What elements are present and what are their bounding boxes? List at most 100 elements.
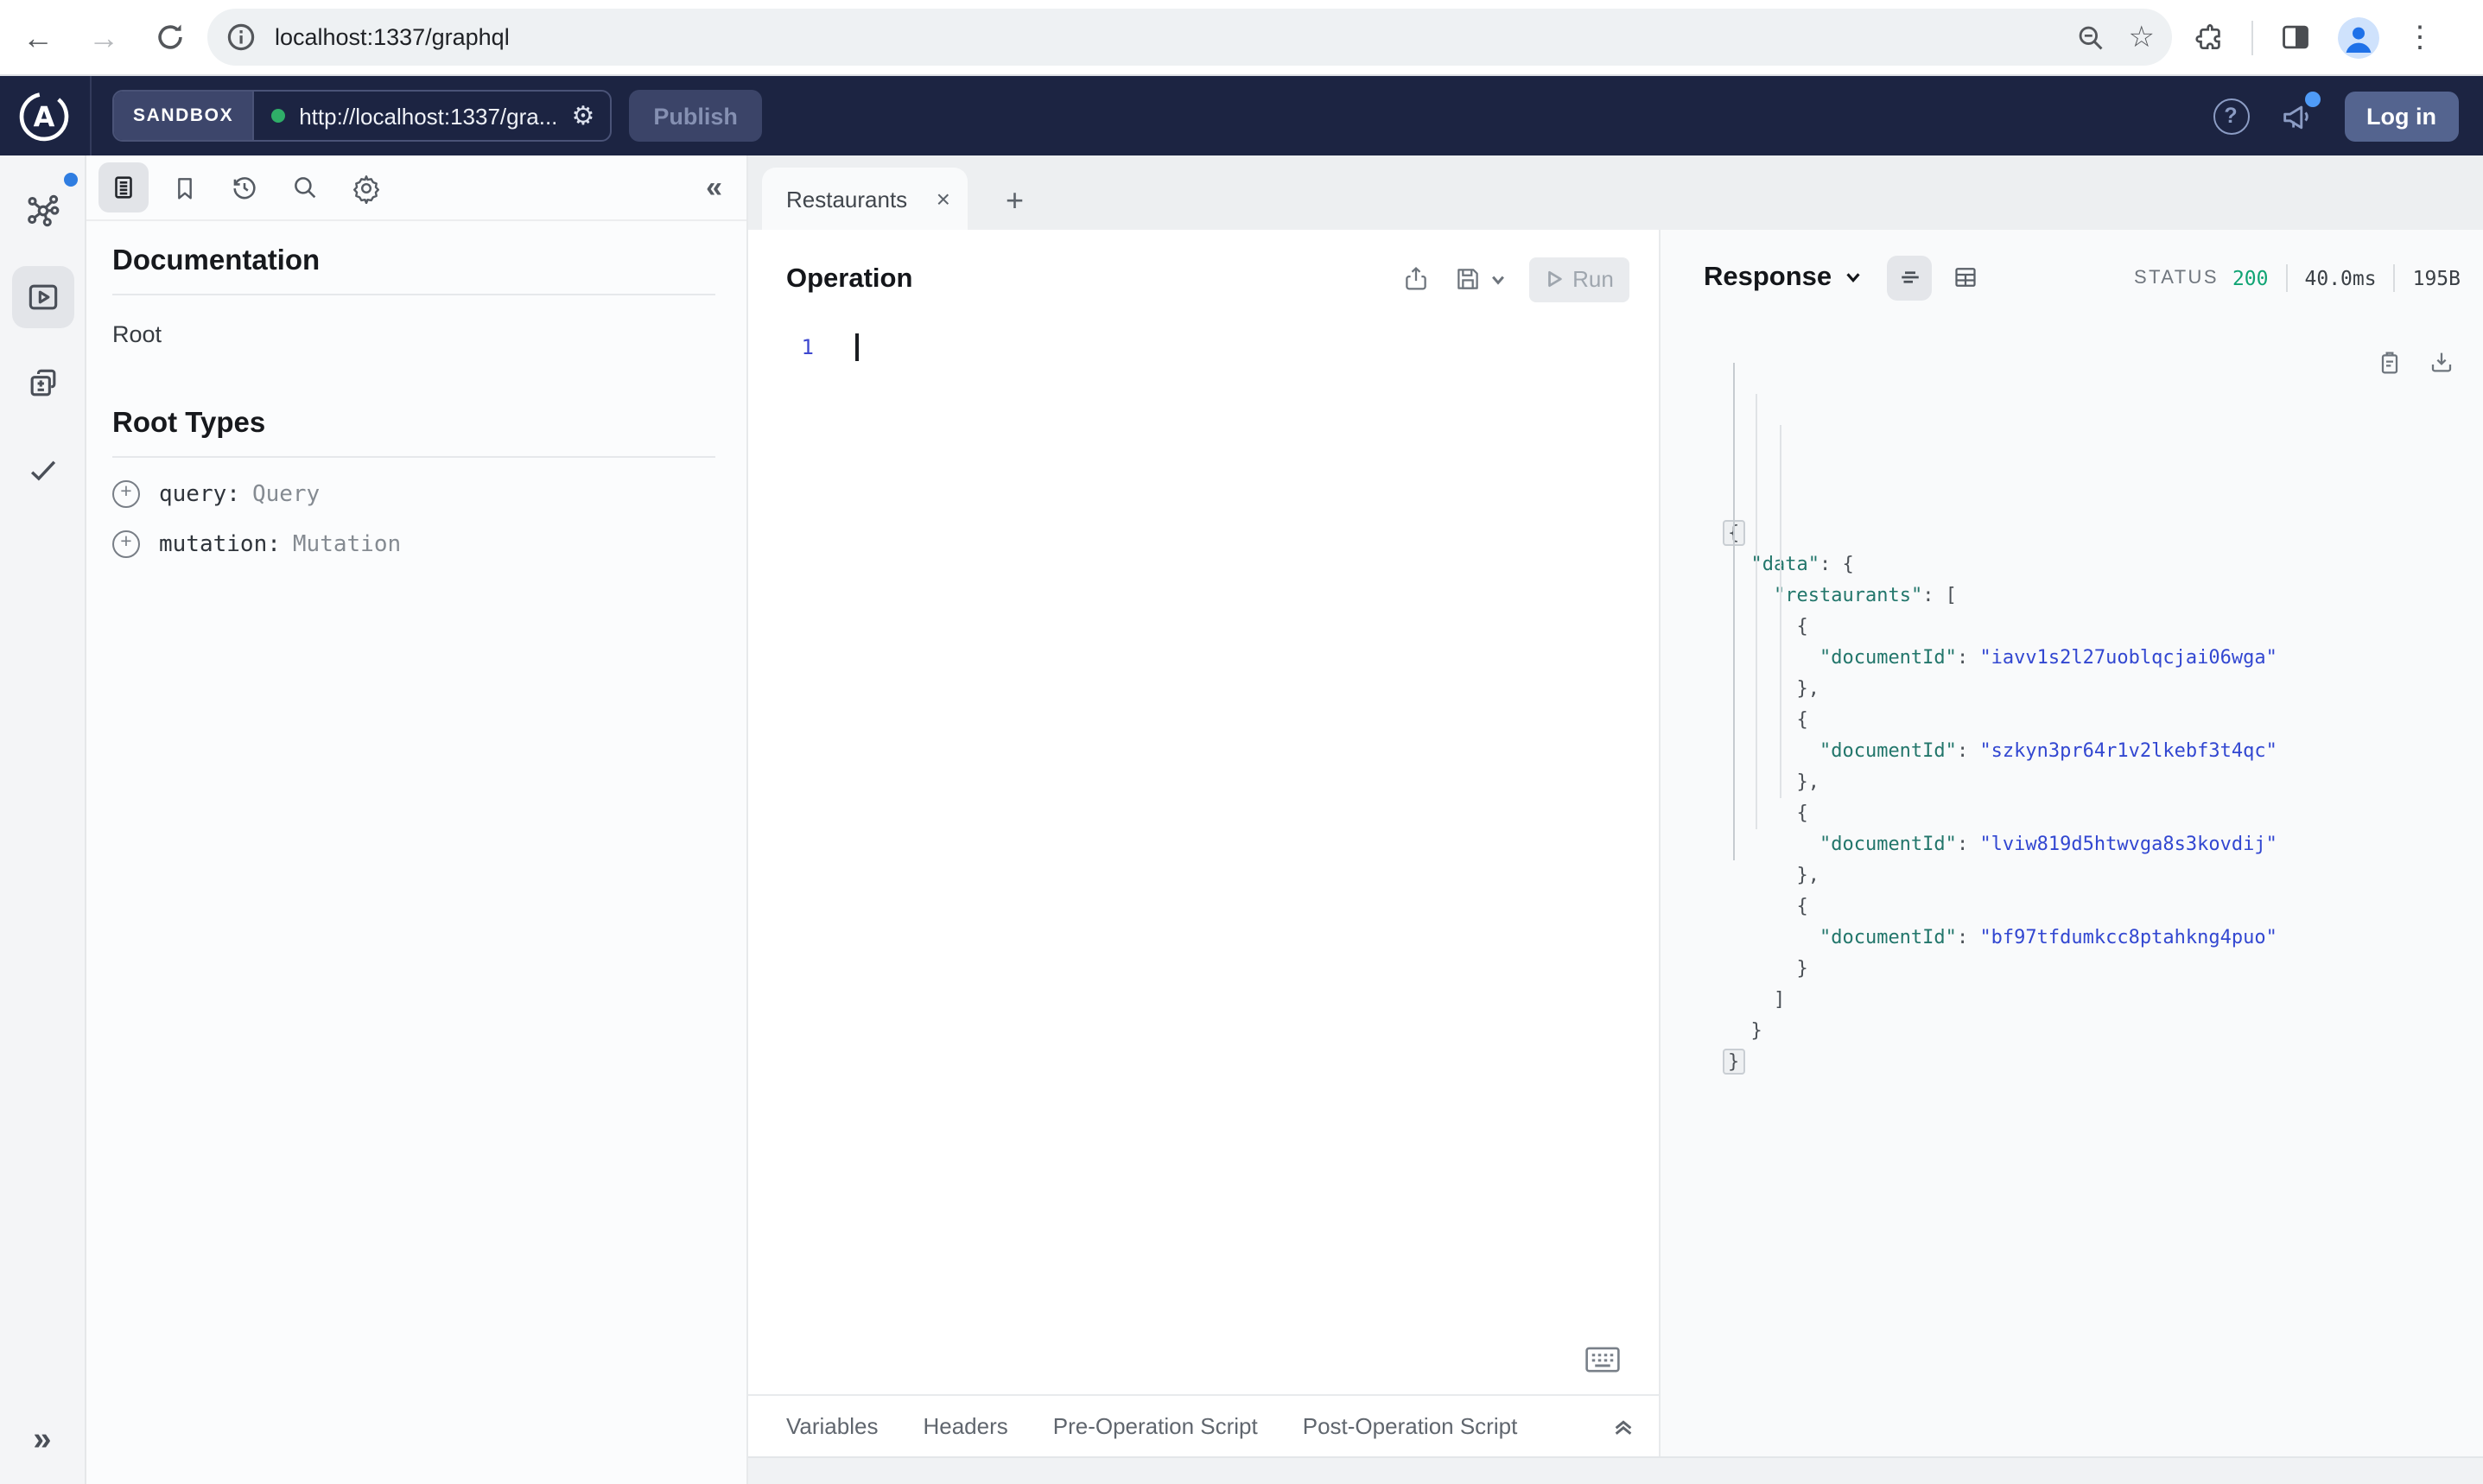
response-dropdown-button[interactable]: Response	[1704, 262, 1863, 293]
root-link[interactable]: Root	[112, 321, 162, 347]
bookmarks-button[interactable]	[159, 162, 209, 212]
operation-tab-bar: Restaurants × +	[748, 155, 2483, 230]
run-play-icon	[1548, 270, 1562, 288]
zoom-out-icon[interactable]	[2077, 23, 2105, 51]
question-icon: ?	[2224, 104, 2238, 128]
json-line: {	[1796, 802, 1808, 824]
expand-type-button[interactable]: +	[112, 480, 140, 508]
status-code: 200	[2232, 265, 2269, 289]
browser-forward-button[interactable]: →	[79, 13, 128, 61]
table-icon	[1954, 268, 1975, 287]
sub-tab[interactable]: Post-Operation Script	[1303, 1413, 1518, 1439]
json-line: {	[1796, 615, 1808, 637]
operation-editor[interactable]: 1	[748, 328, 1659, 1394]
side-panel-button[interactable]	[2279, 21, 2312, 54]
editor-line: 1	[748, 332, 1659, 363]
json-line: {	[1723, 518, 2483, 549]
info-icon	[226, 23, 254, 51]
docs-settings-button[interactable]	[340, 162, 391, 212]
docs-tab-button[interactable]	[98, 162, 149, 212]
root-types-list: + query: Query + mutation: Mutation	[112, 480, 715, 558]
sub-tab[interactable]: Variables	[786, 1413, 878, 1439]
browser-menu-button[interactable]: ⋮	[2405, 22, 2435, 52]
sidebar-item-collections[interactable]	[11, 352, 73, 415]
collections-diff-icon	[29, 369, 55, 396]
root-types-title: Root Types	[112, 408, 266, 439]
workspace: Restaurants × + Operation Run 1 Variable…	[748, 155, 2483, 1484]
profile-avatar[interactable]	[2338, 16, 2379, 58]
save-operation-button[interactable]	[1453, 264, 1483, 294]
bottom-strip	[748, 1456, 2483, 1484]
notification-dot	[2304, 91, 2320, 106]
history-button[interactable]	[219, 162, 270, 212]
view-toggle-table[interactable]	[1942, 255, 1987, 300]
json-line: {	[1796, 708, 1808, 731]
sidebar-item-checks[interactable]	[11, 439, 73, 501]
check-icon	[29, 460, 55, 481]
expand-type-button[interactable]: +	[112, 530, 140, 558]
connection-status-dot	[271, 109, 286, 123]
collapse-docs-panel-button[interactable]: «	[706, 170, 722, 205]
url-text[interactable]: localhost:1337/graphql	[275, 24, 2077, 50]
sidebar-item-schema[interactable]	[11, 173, 77, 242]
gear-icon	[352, 174, 378, 203]
tab-label: Restaurants	[786, 186, 908, 212]
view-toggle-formatted[interactable]	[1887, 255, 1933, 300]
help-button[interactable]: ?	[2213, 98, 2249, 134]
extensions-button[interactable]	[2193, 21, 2226, 54]
response-size: 195B	[2412, 265, 2461, 289]
sub-tab[interactable]: Pre-Operation Script	[1053, 1413, 1258, 1439]
browser-reload-button[interactable]	[145, 13, 194, 61]
chevron-down-icon	[1846, 273, 1860, 283]
response-duration: 40.0ms	[2304, 265, 2377, 289]
sandbox-badge: SANDBOX	[114, 92, 255, 140]
download-response-button[interactable]	[2428, 349, 2455, 377]
endpoint-settings-gear-icon[interactable]: ⚙	[571, 103, 594, 129]
endpoint-url-input[interactable]: http://localhost:1337/gra...	[299, 103, 557, 129]
type-name[interactable]: Query	[252, 481, 320, 507]
field-name[interactable]: query:	[159, 481, 240, 507]
collapse-sub-panels-button[interactable]	[1612, 1415, 1635, 1437]
new-tab-button[interactable]: +	[1006, 185, 1024, 216]
json-line: }	[1723, 1047, 2483, 1078]
run-button[interactable]: Run	[1529, 257, 1629, 301]
explorer-play-icon	[28, 284, 57, 310]
keyboard-shortcuts-button[interactable]	[1584, 1346, 1621, 1373]
apollo-logo: A	[17, 89, 71, 143]
login-button[interactable]: Log in	[2344, 91, 2459, 141]
browser-back-button[interactable]: ←	[14, 13, 62, 61]
json-line: {	[1796, 895, 1808, 917]
operation-tab[interactable]: Restaurants ×	[762, 168, 968, 230]
svg-text:A: A	[34, 100, 55, 133]
response-panel: Response STATUS 200 40.0ms 195B "data": …	[1659, 230, 2483, 1456]
operation-panel: Operation Run 1 Variables Headers Pre-Op…	[748, 230, 1659, 1456]
search-button[interactable]	[280, 162, 330, 212]
docs-toolbar: «	[86, 155, 746, 221]
response-json-code: { "data": { "restaurants": [ { "document…	[1661, 325, 2483, 1456]
rail-notification-dot	[63, 173, 77, 187]
json-line: }	[1750, 1019, 1762, 1042]
type-name[interactable]: Mutation	[293, 531, 401, 557]
status-label: STATUS	[2134, 267, 2219, 288]
field-name[interactable]: mutation:	[159, 531, 281, 557]
announcements-button[interactable]	[2278, 91, 2320, 134]
share-operation-button[interactable]	[1401, 264, 1431, 294]
apollo-header: A SANDBOX http://localhost:1337/gra... ⚙…	[0, 76, 2483, 155]
sub-tab[interactable]: Headers	[923, 1413, 1007, 1439]
copy-response-button[interactable]	[2376, 349, 2404, 377]
left-rail: »	[0, 155, 86, 1484]
address-bar[interactable]: localhost:1337/graphql ☆	[207, 9, 2172, 66]
sub-tab-list: Variables Headers Pre-Operation Script Post…	[786, 1413, 1517, 1439]
save-dropdown-button[interactable]	[1489, 270, 1507, 288]
sidebar-expand-button[interactable]: »	[33, 1422, 51, 1460]
json-line: "restaurants": [	[1774, 584, 1957, 606]
publish-button[interactable]: Publish	[629, 90, 762, 142]
site-info-button[interactable]	[221, 18, 259, 56]
close-tab-button[interactable]: ×	[937, 187, 950, 211]
meta-divider	[2285, 263, 2288, 291]
sidebar-item-explorer[interactable]	[11, 266, 73, 328]
bookmark-star-button[interactable]: ☆	[2129, 22, 2156, 52]
json-line: "data": {	[1750, 553, 1854, 575]
divider	[112, 294, 715, 295]
editor-sub-tabs: Variables Headers Pre-Operation Script Post…	[748, 1394, 1659, 1456]
